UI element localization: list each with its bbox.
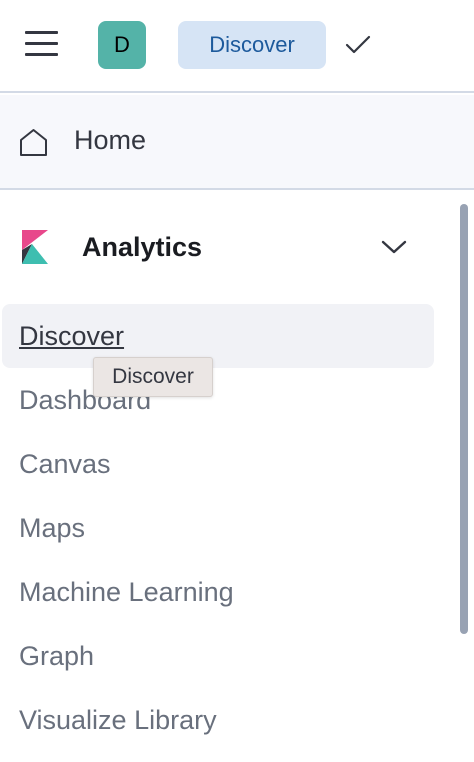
nav-item-canvas[interactable]: Canvas: [2, 432, 434, 496]
home-nav-item[interactable]: Home: [0, 95, 474, 190]
header: D Discover: [0, 0, 474, 93]
home-label: Home: [74, 125, 147, 155]
section-title: Analytics: [82, 232, 203, 262]
menu-line: [25, 53, 58, 56]
nav-item-graph[interactable]: Graph: [2, 624, 434, 688]
space-avatar[interactable]: D: [98, 21, 146, 69]
app-window: D Discover Home Analytics Discover Dashb…: [0, 0, 474, 762]
analytics-section-header[interactable]: Analytics: [0, 212, 440, 284]
nav-item-maps[interactable]: Maps: [2, 496, 434, 560]
scrollbar[interactable]: [460, 204, 468, 634]
hamburger-menu-icon[interactable]: [25, 31, 59, 59]
home-icon: [20, 129, 47, 156]
nav-item-discover[interactable]: Discover: [2, 304, 434, 368]
tooltip: Discover: [93, 357, 213, 397]
chevron-down-icon[interactable]: [380, 238, 408, 256]
kibana-logo-icon: [22, 230, 48, 264]
nav-item-machine-learning[interactable]: Machine Learning: [2, 560, 434, 624]
check-icon: [345, 35, 371, 54]
breadcrumb[interactable]: Discover: [178, 21, 326, 69]
nav-item-visualize-library[interactable]: Visualize Library: [2, 688, 434, 752]
menu-line: [25, 42, 58, 45]
menu-line: [25, 31, 58, 34]
scrollbar-thumb[interactable]: [460, 204, 468, 634]
nav-item-dashboard[interactable]: Dashboard: [2, 368, 434, 432]
